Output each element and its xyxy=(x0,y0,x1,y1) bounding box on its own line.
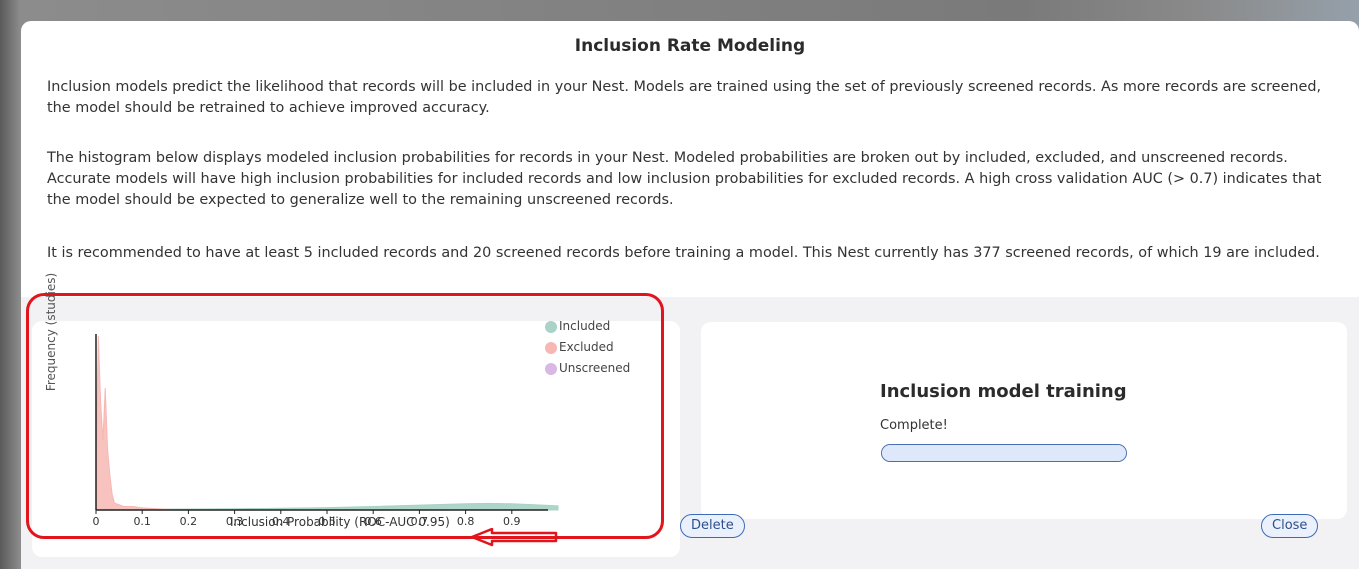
training-title: Inclusion model training xyxy=(880,381,1127,402)
delete-button[interactable]: Delete xyxy=(680,514,745,538)
close-button[interactable]: Close xyxy=(1261,514,1319,538)
annotation-arrow-icon xyxy=(470,528,558,547)
training-status: Complete! xyxy=(880,418,948,433)
training-progress-bar xyxy=(881,444,1127,462)
annotation-highlight-box xyxy=(26,293,664,539)
training-progress-fill xyxy=(882,445,1126,461)
